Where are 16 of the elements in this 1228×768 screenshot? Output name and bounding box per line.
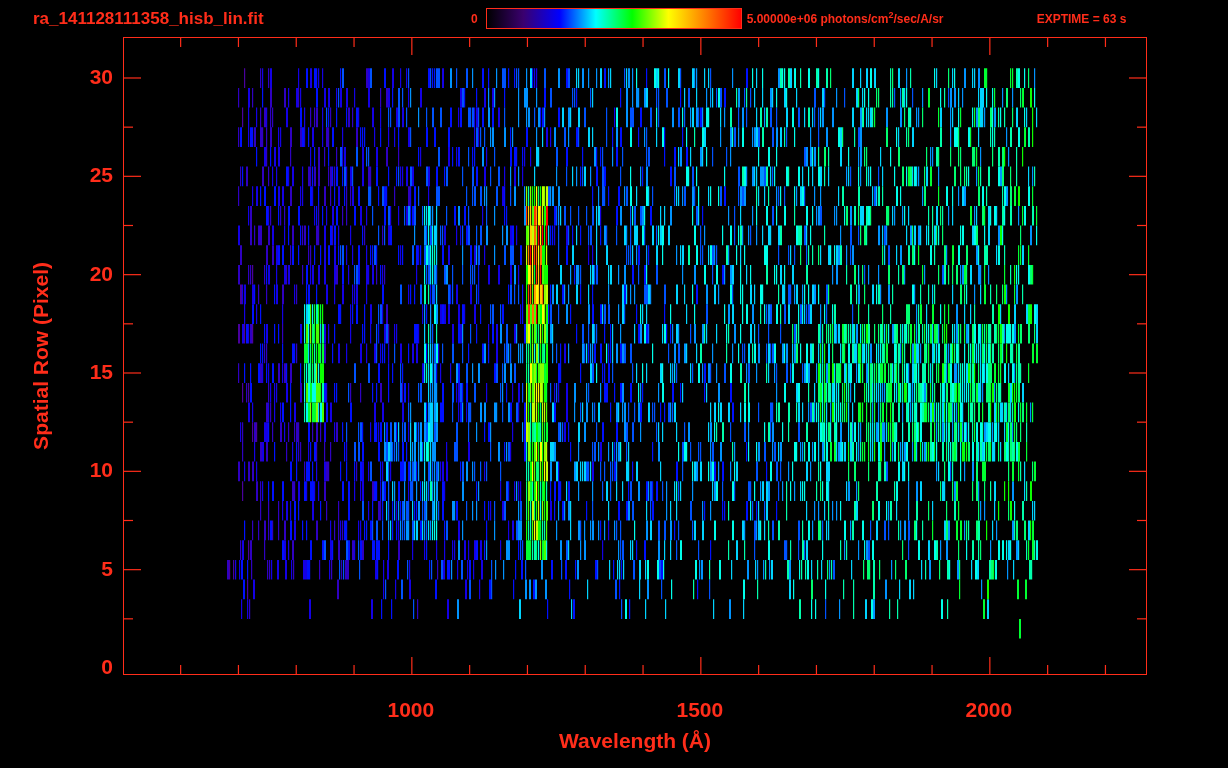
x-tick-label: 1500 [676,699,724,720]
x-axis-label: Wavelength (Å) [558,730,712,751]
colorbar-min-label: 0 [471,10,478,28]
colorbar-max-label: 5.00000e+06 photons/cm$^{2}$/sec/A/sr [746,9,945,28]
y-tick-label: 5 [101,557,113,579]
x-tick-label: 1000 [387,699,435,720]
x-tick-label: 2000 [965,699,1013,720]
y-tick-label: 20 [89,262,113,284]
y-tick-label: 25 [89,164,113,186]
y-tick-label: 10 [89,459,113,481]
plot-title: ra_141128111358_hisb_lin.fit [33,7,265,30]
exposure-time: EXPTIME = 63 s [1036,10,1127,28]
y-tick-label: 30 [89,66,113,87]
y-tick-label: 15 [89,361,113,382]
y-tick-label: 0 [101,656,113,677]
y-axis-label: Spatial Row (Pixel) [27,262,53,450]
